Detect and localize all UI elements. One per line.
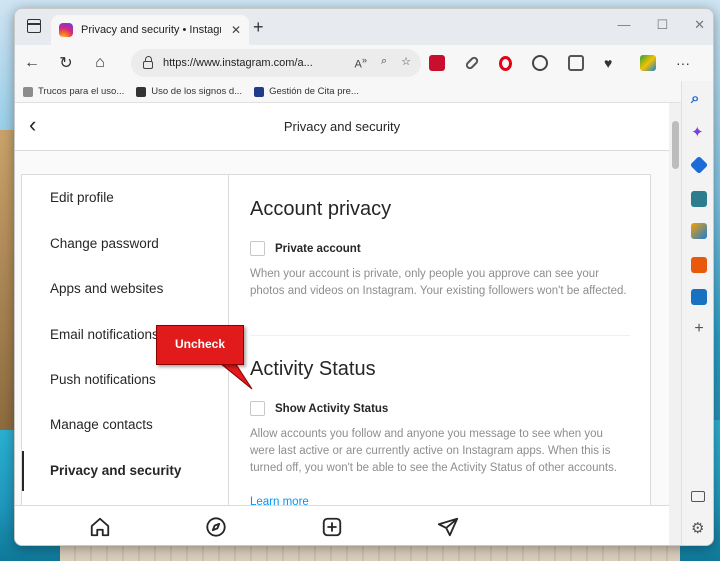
bookmarks-bar: Trucos para el uso... Uso de los signos … [15,81,713,103]
window-controls: — ☐ ✕ [617,17,705,33]
page-scrollbar[interactable] [669,103,681,545]
bookmark-item[interactable]: Trucos para el uso... [23,86,124,97]
nav-apps-and-websites[interactable]: Apps and websites [22,269,229,309]
extension-icon-4[interactable] [532,55,548,71]
tab-title: Privacy and security • Instagram [81,24,221,36]
private-account-checkbox[interactable] [250,241,265,256]
tools-briefcase-icon[interactable] [691,191,707,207]
omnibox-actions: A» ⌕ ☆ [355,55,421,71]
account-privacy-title: Account privacy [250,198,392,220]
direct-send-icon[interactable] [437,516,459,538]
browser-window: Privacy and security • Instagram ✕ + — ☐… [14,8,714,546]
back-button[interactable]: ← [15,54,49,72]
lock-icon[interactable] [143,56,153,69]
home-button[interactable]: ⌂ [83,54,117,72]
favorite-star-icon[interactable]: ☆ [401,55,411,71]
close-window-button[interactable]: ✕ [694,17,705,33]
bookmark-item[interactable]: Gestión de Cita pre... [254,86,359,97]
new-post-icon[interactable] [321,516,343,538]
minimize-button[interactable]: — [617,17,630,33]
office-icon[interactable] [691,257,707,273]
collections-icon[interactable] [568,55,584,71]
section-divider [250,335,630,336]
heart-monitor-icon[interactable]: ♥ [604,55,620,71]
tab-actions-icon[interactable] [27,19,41,33]
outlook-icon[interactable] [691,289,707,305]
bookmark-favicon-icon [23,86,33,97]
url-bar[interactable]: https://www.instagram.com/a... A» ⌕ ☆ [131,49,421,77]
search-icon[interactable]: ⌕ [691,91,707,107]
instagram-page: ‹ Privacy and security Edit profile Chan… [15,103,669,545]
nav-manage-contacts[interactable]: Manage contacts [22,405,229,445]
nav-edit-profile[interactable]: Edit profile [22,178,229,218]
shopping-tag-icon[interactable] [689,155,709,175]
show-activity-status-checkbox[interactable] [250,401,265,416]
page-title: Privacy and security [283,119,401,134]
read-aloud-icon[interactable]: A» [355,55,367,71]
account-privacy-description: When your account is private, only peopl… [250,268,627,297]
nav-change-password[interactable]: Change password [22,224,229,264]
show-activity-status-row[interactable]: Show Activity Status [250,401,388,416]
activity-status-description: Allow accounts you follow and anyone you… [250,428,618,474]
games-icon[interactable] [691,223,707,239]
settings-gear-icon[interactable]: ⚙ [691,521,707,537]
nav-push-notifications[interactable]: Push notifications [22,360,229,400]
new-tab-button[interactable]: + [253,17,264,38]
bookmark-favicon-icon [254,86,265,97]
extension-icon-1[interactable] [429,55,445,71]
settings-card: Edit profile Change password Apps and we… [21,174,651,509]
extension-icons: ♥ ··· [429,45,690,81]
private-account-row[interactable]: Private account [250,241,361,256]
page-header: ‹ Privacy and security [15,103,669,151]
private-account-label[interactable]: Private account [275,243,361,255]
address-bar-row: ← ↻ ⌂ https://www.instagram.com/a... A» … [15,45,713,81]
edge-sidebar: ⌕ ✦ + ⚙ [681,81,713,545]
maximize-button[interactable]: ☐ [656,17,668,33]
zoom-icon[interactable]: ⌕ [381,55,387,71]
profile-avatar-icon[interactable] [640,55,656,71]
winbuzzer-watermark: WinBuzzer [530,514,666,539]
add-sidebar-app-icon[interactable]: + [691,321,707,337]
scrollbar-thumb[interactable] [672,121,679,169]
browser-titlebar: Privacy and security • Instagram ✕ + — ☐… [15,9,713,45]
bookmark-favicon-icon [136,86,147,97]
show-activity-status-label[interactable]: Show Activity Status [275,403,388,415]
browser-tab-instagram[interactable]: Privacy and security • Instagram ✕ [51,15,249,45]
activity-status-title: Activity Status [250,358,376,380]
home-icon[interactable] [89,516,111,538]
settings-content: Account privacy Private account When you… [250,175,630,508]
copilot-sparkle-icon[interactable]: ✦ [691,125,707,141]
url-text[interactable]: https://www.instagram.com/a... [163,57,323,69]
split-screen-icon[interactable] [691,491,705,502]
tab-close-icon[interactable]: ✕ [231,23,241,37]
nav-privacy-and-security[interactable]: Privacy and security [22,451,229,491]
bookmark-item[interactable]: Uso de los signos d... [136,86,242,97]
more-menu-icon[interactable]: ··· [676,55,690,71]
opera-icon[interactable] [499,55,512,71]
uncheck-callout: Uncheck [156,325,244,365]
explore-compass-icon[interactable] [205,516,227,538]
instagram-favicon-icon [59,23,73,37]
callout-text: Uncheck [174,337,226,351]
refresh-button[interactable]: ↻ [49,53,83,73]
link-icon[interactable] [464,55,480,71]
